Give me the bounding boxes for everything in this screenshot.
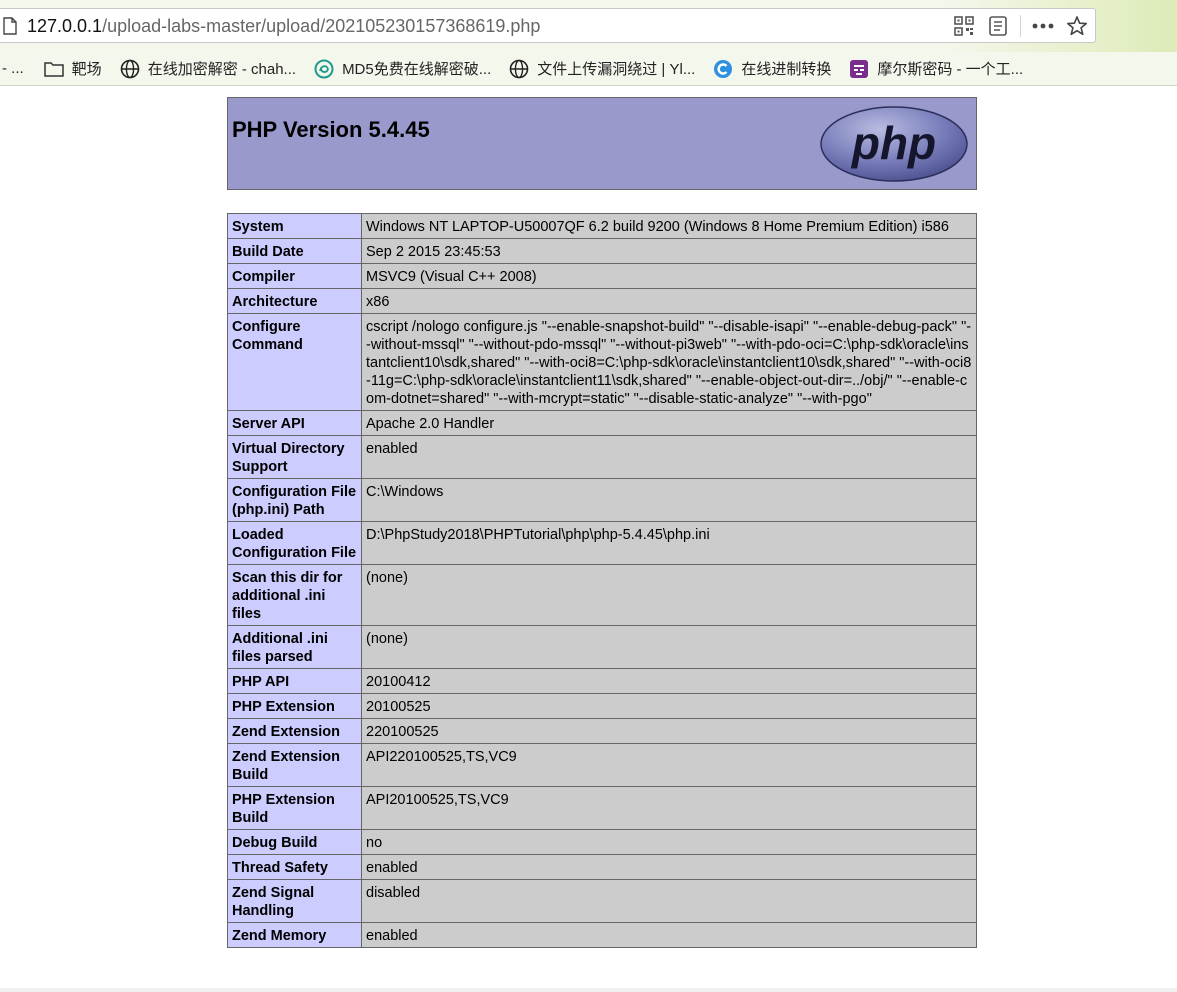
php-logo[interactable]: php bbox=[820, 106, 970, 184]
address-bar[interactable]: 127.0.0.1/upload-labs-master/upload/2021… bbox=[0, 8, 1096, 43]
svg-text:php: php bbox=[850, 117, 936, 169]
table-row: Zend Memory enabled bbox=[227, 922, 977, 948]
bookmark-item[interactable]: 在线进制转换 bbox=[713, 58, 831, 79]
table-row: Thread Safety enabled bbox=[227, 854, 977, 880]
page-title: PHP Version 5.4.45 bbox=[232, 117, 430, 142]
row-label: Zend Memory bbox=[227, 922, 362, 948]
bookmark-label: 文件上传漏洞绕过 | Yl... bbox=[537, 61, 696, 78]
browser-toolbar: 127.0.0.1/upload-labs-master/upload/2021… bbox=[0, 0, 1177, 52]
row-label: PHP Extension Build bbox=[227, 786, 362, 830]
url-text[interactable]: 127.0.0.1/upload-labs-master/upload/2021… bbox=[27, 16, 540, 37]
bookmark-label: MD5免费在线解密破... bbox=[342, 61, 492, 78]
bookmark-item[interactable]: 在线加密解密 - chah... bbox=[120, 58, 296, 79]
bookmark-label: 摩尔斯密码 - 一个工... bbox=[877, 61, 1024, 78]
table-row: Configure Command cscript /nologo configu… bbox=[227, 313, 977, 411]
c-site-icon bbox=[713, 59, 733, 79]
bookmark-item[interactable]: 摩尔斯密码 - 一个工... bbox=[849, 58, 1023, 79]
row-label: Build Date bbox=[227, 238, 362, 264]
table-row: Scan this dir for additional .ini files(… bbox=[227, 564, 977, 626]
row-label: Scan this dir for additional .ini files bbox=[227, 564, 362, 626]
table-row: Additional .ini files parsed (none) bbox=[227, 625, 977, 669]
table-row: Debug Build no bbox=[227, 829, 977, 855]
table-row: Virtual Directory Support enabled bbox=[227, 435, 977, 479]
row-value: 20100412 bbox=[361, 668, 977, 694]
row-value: (none) bbox=[361, 625, 977, 669]
row-label: Architecture bbox=[227, 288, 362, 314]
more-actions-icon[interactable] bbox=[1031, 14, 1055, 38]
row-value: C:\Windows bbox=[361, 478, 977, 522]
globe-icon bbox=[120, 59, 140, 79]
row-value: 220100525 bbox=[361, 718, 977, 744]
table-row: Build Date Sep 2 2015 23:45:53 bbox=[227, 238, 977, 264]
row-label: Virtual Directory Support bbox=[227, 435, 362, 479]
row-label: Server API bbox=[227, 410, 362, 436]
row-value: Sep 2 2015 23:45:53 bbox=[361, 238, 977, 264]
bookmark-folder[interactable]: 靶场 bbox=[43, 58, 102, 79]
globe-icon bbox=[509, 59, 529, 79]
phpinfo-content: PHP Version 5.4.45 php System Windows NT … bbox=[227, 97, 977, 948]
row-label: Loaded Configuration File bbox=[227, 521, 362, 565]
phpinfo-table: System Windows NT LAPTOP-U50007QF 6.2 bui… bbox=[227, 213, 977, 948]
row-label: System bbox=[227, 213, 362, 239]
phpinfo-header: PHP Version 5.4.45 php bbox=[227, 97, 977, 190]
row-value: D:\PhpStudy2018\PHPTutorial\php\php-5.4.… bbox=[361, 521, 977, 565]
table-row: PHP API 20100412 bbox=[227, 668, 977, 694]
md5-site-icon bbox=[314, 59, 334, 79]
url-path: /upload-labs-master/upload/2021052301573… bbox=[102, 16, 541, 36]
row-value: 20100525 bbox=[361, 693, 977, 719]
row-value: Windows NT LAPTOP-U50007QF 6.2 build 920… bbox=[361, 213, 977, 239]
qr-code-icon[interactable] bbox=[952, 14, 976, 38]
folder-icon bbox=[43, 59, 64, 79]
row-value: API220100525,TS,VC9 bbox=[361, 743, 977, 787]
table-row: PHP Extension 20100525 bbox=[227, 693, 977, 719]
row-value: MSVC9 (Visual C++ 2008) bbox=[361, 263, 977, 289]
table-row: Compiler MSVC9 (Visual C++ 2008) bbox=[227, 263, 977, 289]
reader-mode-icon[interactable] bbox=[986, 14, 1010, 38]
bookmarks-bar: - ... 靶场 在线加密解密 - chah... MD5免费在线解密破... bbox=[0, 52, 1177, 86]
row-label: Configure Command bbox=[227, 313, 362, 411]
row-label: Zend Signal Handling bbox=[227, 879, 362, 923]
row-value: enabled bbox=[361, 435, 977, 479]
bookmark-label: - ... bbox=[2, 60, 24, 77]
bookmark-label: 在线加密解密 - chah... bbox=[147, 61, 297, 78]
page-icon bbox=[3, 17, 17, 35]
url-host: 127.0.0.1 bbox=[27, 16, 103, 36]
bookmark-label: 靶场 bbox=[71, 61, 102, 78]
table-row: System Windows NT LAPTOP-U50007QF 6.2 bui… bbox=[227, 213, 977, 239]
row-value: x86 bbox=[361, 288, 977, 314]
row-label: Thread Safety bbox=[227, 854, 362, 880]
row-label: PHP Extension bbox=[227, 693, 362, 719]
table-row: Loaded Configuration File D:\PhpStudy2018… bbox=[227, 521, 977, 565]
bookmark-overflow[interactable]: - ... bbox=[2, 60, 24, 77]
row-label: Debug Build bbox=[227, 829, 362, 855]
row-label: Zend Extension bbox=[227, 718, 362, 744]
row-value: enabled bbox=[361, 922, 977, 948]
table-row: PHP Extension Build API20100525,TS,VC9 bbox=[227, 786, 977, 830]
row-value: API20100525,TS,VC9 bbox=[361, 786, 977, 830]
table-row: Zend Signal Handling disabled bbox=[227, 879, 977, 923]
table-row: Server API Apache 2.0 Handler bbox=[227, 410, 977, 436]
row-label: Zend Extension Build bbox=[227, 743, 362, 787]
bookmark-item[interactable]: 文件上传漏洞绕过 | Yl... bbox=[509, 58, 695, 79]
bookmark-label: 在线进制转换 bbox=[741, 61, 832, 78]
table-row: Zend Extension Build API220100525,TS,VC9 bbox=[227, 743, 977, 787]
row-label: PHP API bbox=[227, 668, 362, 694]
toolbar-separator bbox=[1020, 15, 1021, 37]
bottom-edge bbox=[0, 988, 1177, 992]
bookmark-item[interactable]: MD5免费在线解密破... bbox=[314, 58, 491, 79]
row-value: Apache 2.0 Handler bbox=[361, 410, 977, 436]
morse-site-icon bbox=[849, 59, 869, 79]
row-label: Additional .ini files parsed bbox=[227, 625, 362, 669]
row-value: cscript /nologo configure.js "--enable-s… bbox=[361, 313, 977, 411]
row-value: (none) bbox=[361, 564, 977, 626]
table-row: Configuration File (php.ini) Path C:\Wind… bbox=[227, 478, 977, 522]
table-row: Zend Extension 220100525 bbox=[227, 718, 977, 744]
table-row: Architecture x86 bbox=[227, 288, 977, 314]
row-value: disabled bbox=[361, 879, 977, 923]
bookmark-star-icon[interactable] bbox=[1065, 14, 1089, 38]
row-label: Configuration File (php.ini) Path bbox=[227, 478, 362, 522]
row-value: no bbox=[361, 829, 977, 855]
row-value: enabled bbox=[361, 854, 977, 880]
row-label: Compiler bbox=[227, 263, 362, 289]
